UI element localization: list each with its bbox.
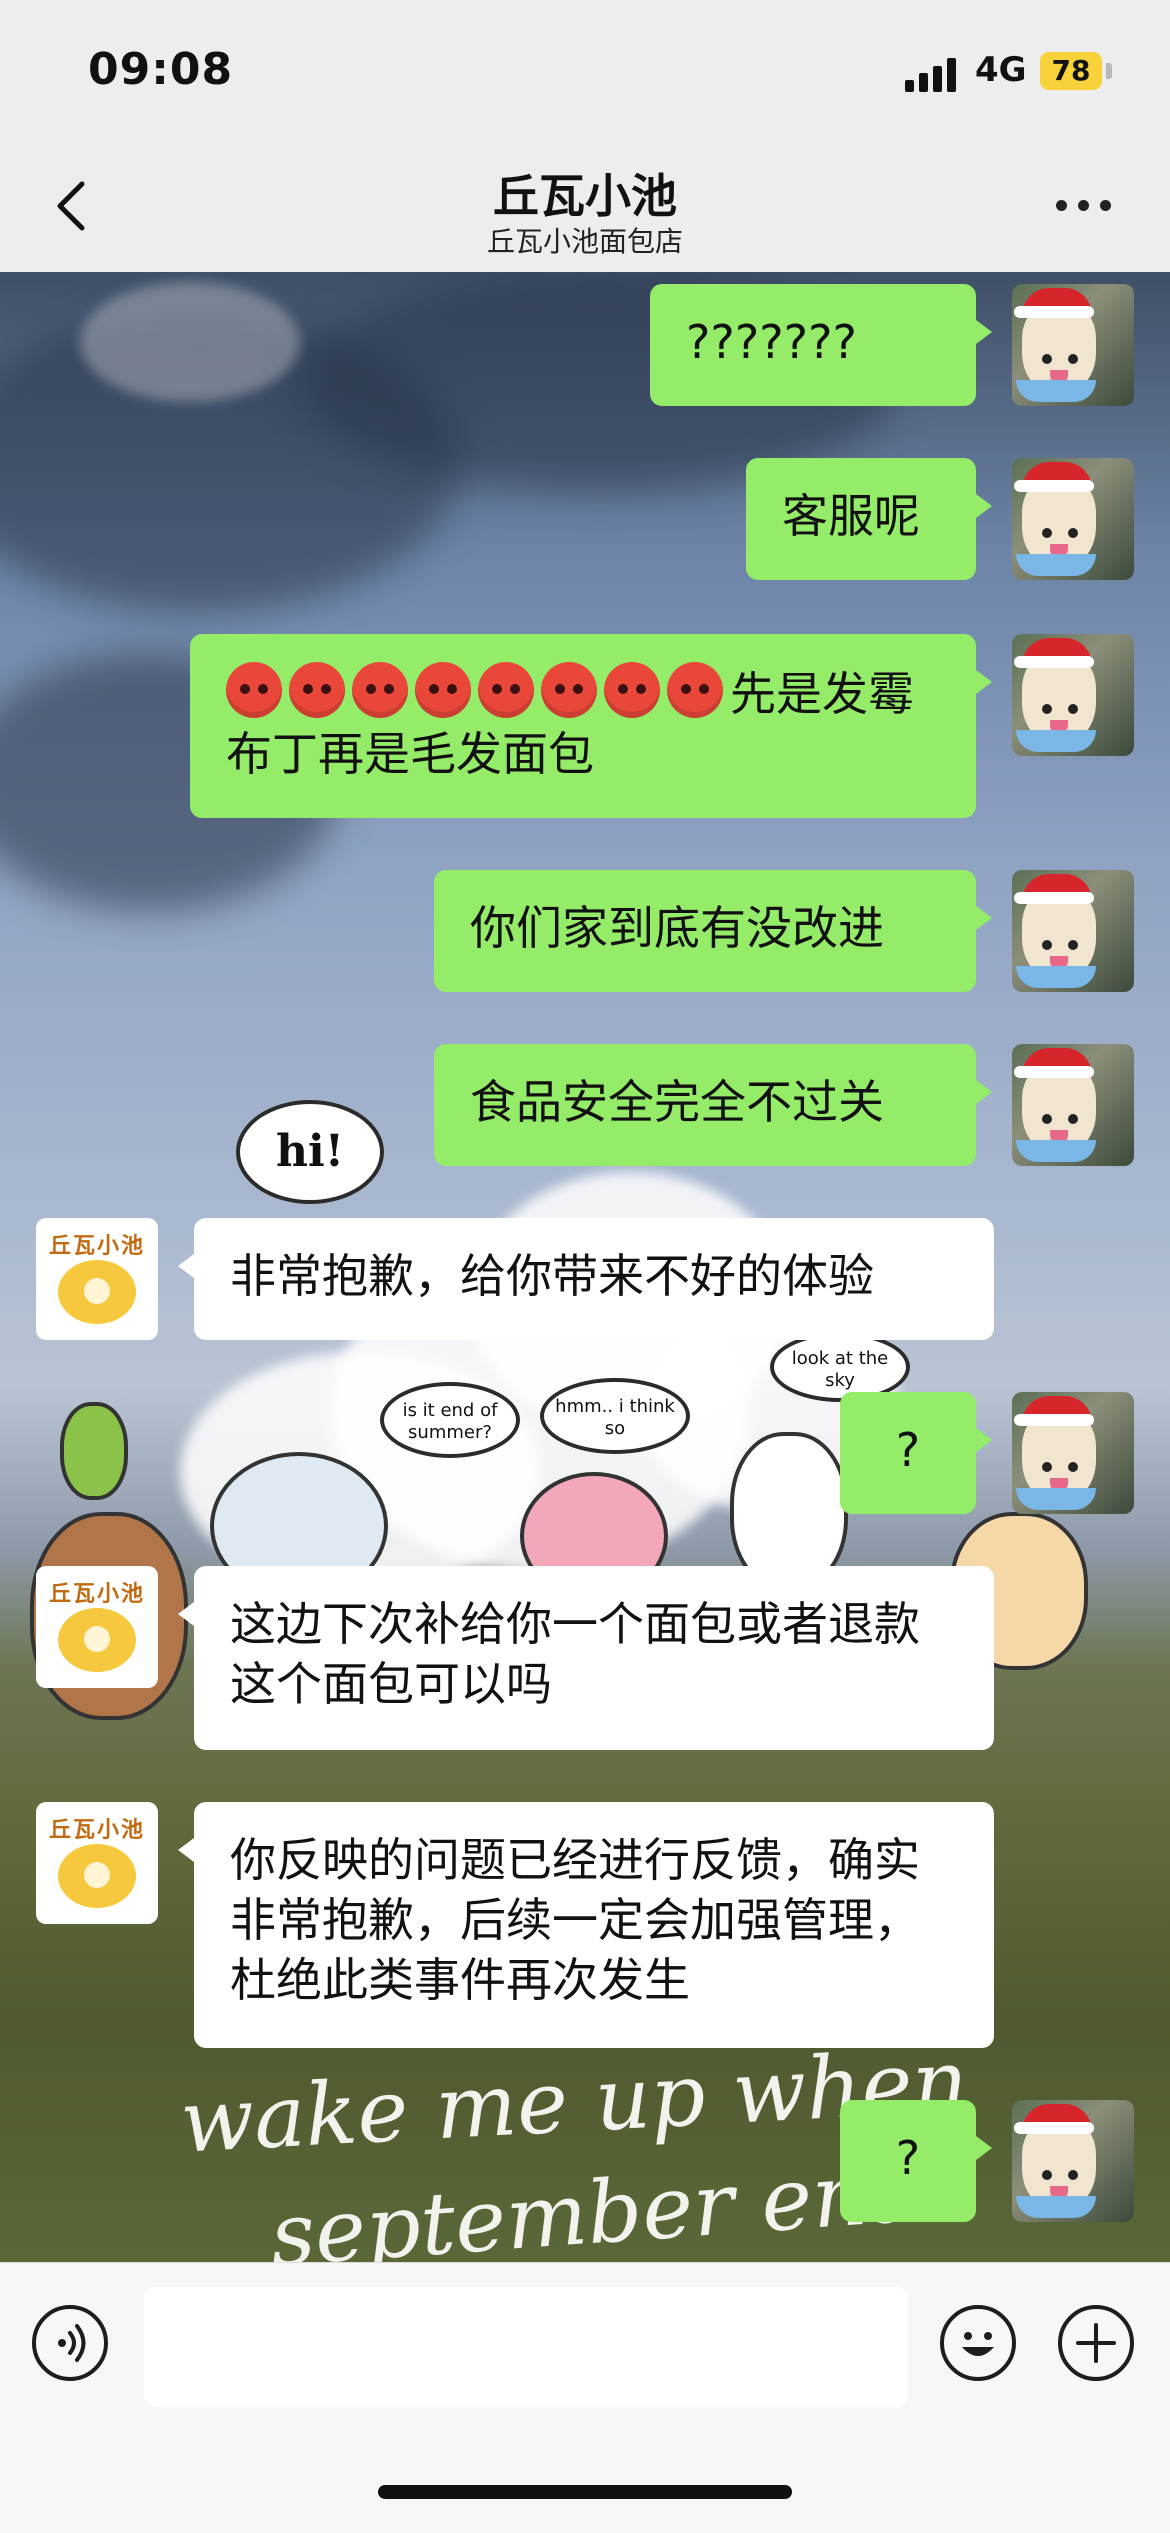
shop-avatar[interactable]: 丘瓦小池 (36, 1802, 158, 1924)
my-avatar[interactable] (1012, 284, 1134, 406)
message-bubble[interactable]: 这边下次补给你一个面包或者退款这个面包可以吗 (178, 1566, 994, 1750)
input-bar (0, 2262, 1170, 2533)
my-avatar[interactable] (1012, 1044, 1134, 1166)
shop-avatar[interactable]: 丘瓦小池 (36, 1218, 158, 1340)
angry-face-icon (604, 662, 660, 718)
message-text: 你们家到底有没改进 (470, 901, 884, 955)
message-bubble[interactable]: ? (840, 1392, 992, 1514)
message-text: ? (895, 2131, 921, 2185)
status-bar: 09:08 4G 78 (0, 0, 1170, 150)
my-avatar[interactable] (1012, 2100, 1134, 2222)
message-bubble[interactable]: ??????? (650, 284, 992, 406)
my-avatar[interactable] (1012, 458, 1134, 580)
angry-face-icon (667, 662, 723, 718)
my-avatar[interactable] (1012, 870, 1134, 992)
message-text: 客服呢 (782, 489, 920, 543)
angry-face-icon (289, 662, 345, 718)
my-avatar[interactable] (1012, 1392, 1134, 1514)
angry-face-icon (541, 662, 597, 718)
message-text: 这边下次补给你一个面包或者退款这个面包可以吗 (230, 1597, 920, 1711)
message-input[interactable] (144, 2287, 908, 2407)
chat-title: 丘瓦小池 (493, 169, 677, 223)
shop-avatar[interactable]: 丘瓦小池 (36, 1566, 158, 1688)
signal-icon (905, 56, 965, 92)
home-indicator[interactable] (378, 2485, 792, 2499)
angry-face-icon (478, 662, 534, 718)
chat-header: 丘瓦小池 丘瓦小池面包店 (0, 150, 1170, 272)
message-text: ? (895, 1423, 921, 1477)
chat-subtitle: 丘瓦小池面包店 (486, 225, 683, 258)
message-bubble[interactable]: 非常抱歉，给你带来不好的体验 (178, 1218, 994, 1340)
message-bubble[interactable]: ? (840, 2100, 992, 2222)
plus-icon[interactable] (1058, 2305, 1134, 2381)
more-dots-icon[interactable] (1052, 190, 1116, 220)
message-bubble[interactable]: 你反映的问题已经进行反馈，确实非常抱歉，后续一定会加强管理，杜绝此类事件再次发生 (178, 1802, 994, 2048)
angry-face-icon (352, 662, 408, 718)
message-text: 非常抱歉，给你带来不好的体验 (230, 1249, 874, 1303)
my-avatar[interactable] (1012, 634, 1134, 756)
status-time: 09:08 (88, 44, 234, 95)
message-text: ??????? (686, 315, 857, 369)
battery-tip (1106, 63, 1112, 79)
message-bubble[interactable]: 食品安全完全不过关 (434, 1044, 992, 1166)
speech-bubble-2: hmm.. i think so (540, 1378, 690, 1454)
smile-icon[interactable] (940, 2305, 1016, 2381)
frog-doodle (60, 1402, 128, 1500)
angry-emoji-row (226, 662, 730, 721)
message-text: 你反映的问题已经进行反馈，确实非常抱歉，后续一定会加强管理，杜绝此类事件再次发生 (230, 1833, 920, 2007)
voice-icon[interactable] (32, 2305, 108, 2381)
message-bubble[interactable]: 先是发霉布丁再是毛发面包 (190, 634, 992, 818)
battery-icon: 78 (1040, 52, 1102, 90)
message-bubble[interactable]: 你们家到底有没改进 (434, 870, 992, 992)
speech-bubble-1: is it end of summer? (380, 1382, 520, 1458)
message-text: 食品安全完全不过关 (470, 1075, 884, 1129)
angry-face-icon (226, 662, 282, 718)
message-bubble[interactable]: 客服呢 (746, 458, 992, 580)
network-type: 4G (975, 50, 1027, 90)
hi-speech-bubble: hi! (236, 1100, 384, 1204)
angry-face-icon (415, 662, 471, 718)
